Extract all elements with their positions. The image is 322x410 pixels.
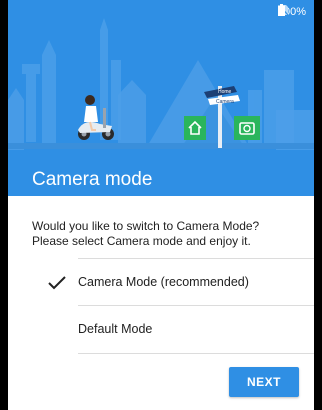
checkmark-icon: [48, 276, 66, 290]
battery-icon: [277, 4, 285, 16]
sign-camera-text: Camera: [216, 99, 234, 105]
option-label: Camera Mode (recommended): [78, 274, 249, 289]
hero-banner: Home Camera 100% Camera mode: [8, 0, 314, 196]
option-default-mode[interactable]: Default Mode: [8, 305, 314, 352]
description-line-1: Would you like to switch to Camera Mode?: [32, 219, 260, 233]
scooter-rider-illustration: [78, 95, 114, 140]
divider: [78, 258, 314, 259]
description-line-2: Please select Camera mode and enjoy it.: [32, 234, 251, 248]
home-icon: [184, 116, 206, 140]
divider: [78, 353, 314, 354]
next-button[interactable]: NEXT: [229, 367, 299, 397]
sign-home-text: Home: [218, 89, 232, 95]
divider: [78, 305, 314, 306]
mode-options-list: Camera Mode (recommended) Default Mode: [8, 258, 314, 352]
camera-icon: [234, 116, 260, 140]
check-slot: [8, 258, 78, 305]
setup-screen: Home Camera 100% Camera mode Would you l…: [8, 0, 314, 410]
check-slot: [8, 305, 78, 352]
option-camera-mode[interactable]: Camera Mode (recommended): [8, 258, 314, 305]
mode-description: Would you like to switch to Camera Mode?…: [32, 219, 302, 249]
option-label: Default Mode: [78, 321, 153, 336]
page-title: Camera mode: [32, 169, 153, 190]
status-bar: 100%: [277, 4, 306, 20]
city-illustration: Home Camera: [8, 18, 314, 150]
